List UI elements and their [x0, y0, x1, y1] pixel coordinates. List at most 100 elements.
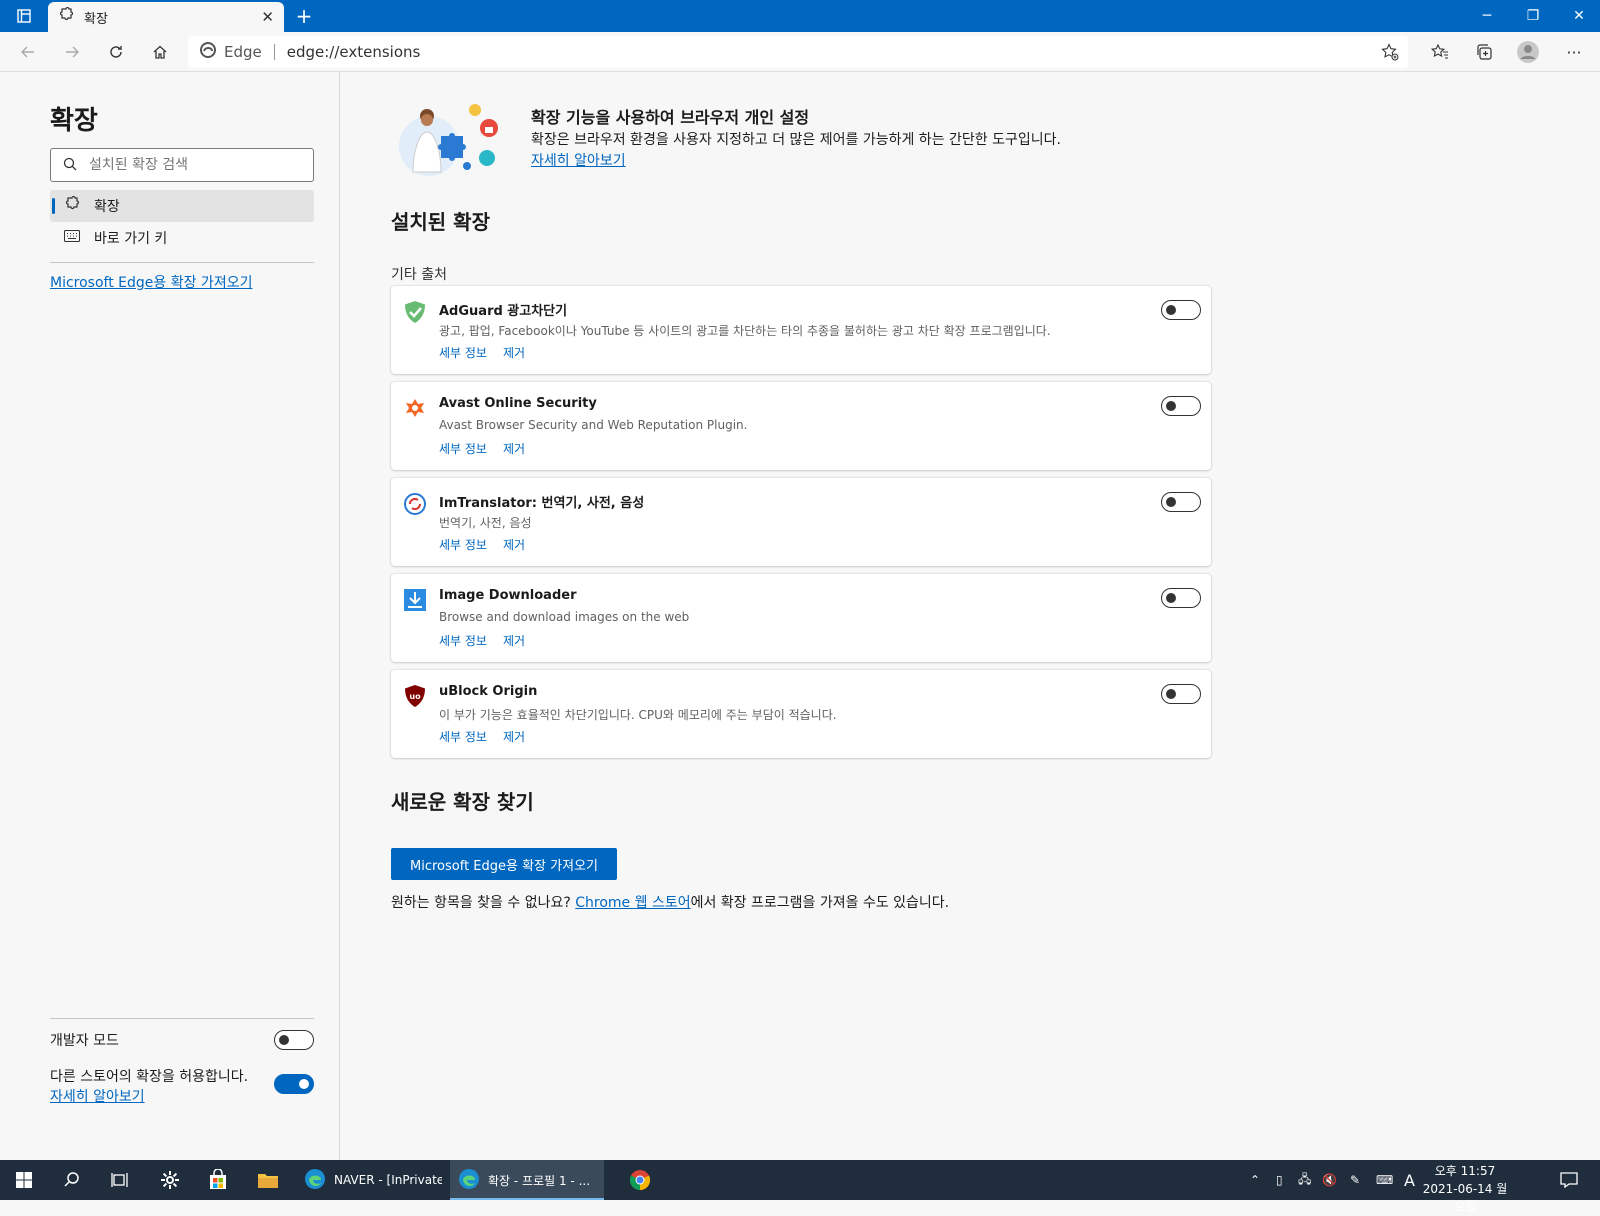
extension-toggle[interactable]	[1161, 396, 1201, 416]
extension-card-adguard: AdGuard 광고차단기 광고, 팝업, Facebook이나 YouTube…	[391, 286, 1211, 374]
extension-toggle[interactable]	[1161, 492, 1201, 512]
task-view-icon[interactable]	[96, 1160, 144, 1200]
hero-description: 확장은 브라우저 환경을 사용자 지정하고 더 많은 제어를 가능하게 하는 간…	[531, 130, 1071, 172]
refresh-icon[interactable]	[100, 36, 132, 68]
extension-name: Image Downloader	[439, 588, 577, 603]
profile-avatar[interactable]	[1512, 36, 1544, 68]
close-tab-icon[interactable]: ✕	[261, 8, 274, 26]
close-window-icon[interactable]: ✕	[1556, 0, 1600, 32]
remove-link[interactable]: 제거	[503, 634, 525, 648]
more-menu-icon[interactable]: ···	[1558, 36, 1590, 68]
remove-link[interactable]: 제거	[503, 538, 525, 552]
tab-title: 확장	[84, 11, 108, 27]
details-link[interactable]: 세부 정보	[439, 730, 487, 744]
search-box[interactable]	[50, 148, 314, 182]
settings-gear-icon[interactable]	[146, 1160, 194, 1200]
avast-logo-icon	[403, 396, 427, 420]
pen-icon[interactable]: ✎	[1350, 1160, 1360, 1200]
url-text: edge://extensions	[286, 43, 421, 61]
search-icon[interactable]	[48, 1160, 96, 1200]
adguard-shield-icon	[403, 300, 427, 324]
file-explorer-icon[interactable]	[244, 1160, 292, 1200]
address-bar[interactable]: Edge edge://extensions	[188, 36, 1408, 68]
extension-name: AdGuard 광고차단기	[439, 304, 568, 319]
source-label: 기타 출처	[391, 267, 447, 283]
toggle-knob	[279, 1035, 289, 1045]
keyboard-icon[interactable]: ⌨	[1376, 1160, 1393, 1200]
add-favorite-icon[interactable]	[1378, 40, 1402, 64]
taskbar-app-naver[interactable]: NAVER - [InPrivate...	[296, 1160, 450, 1200]
installed-title: 설치된 확장	[391, 210, 490, 234]
get-extensions-link[interactable]: Microsoft Edge용 확장 가져오기	[50, 272, 252, 292]
edge-logo-icon	[304, 1168, 326, 1193]
extension-card-ublock: uo uBlock Origin 이 부가 기능은 효율적인 차단기입니다. C…	[391, 670, 1211, 758]
chrome-store-link[interactable]: Chrome 웹 스토어	[575, 895, 690, 911]
extension-name: Avast Online Security	[439, 396, 597, 411]
puzzle-icon	[64, 195, 80, 216]
get-extensions-button[interactable]: Microsoft Edge용 확장 가져오기	[391, 848, 617, 880]
remove-link[interactable]: 제거	[503, 730, 525, 744]
extension-toggle[interactable]	[1161, 300, 1201, 320]
ime-indicator[interactable]: A	[1404, 1160, 1415, 1200]
windows-start-icon[interactable]	[0, 1160, 48, 1200]
forward-icon[interactable]	[56, 36, 88, 68]
clock[interactable]: 오후 11:57 2021-06-14 월요일	[1420, 1162, 1510, 1216]
footnote-pre: 원하는 항목을 찾을 수 없나요?	[391, 895, 576, 911]
details-link[interactable]: 세부 정보	[439, 538, 487, 552]
search-icon	[63, 156, 77, 175]
dev-mode-toggle[interactable]	[274, 1030, 314, 1050]
notifications-icon[interactable]	[1560, 1160, 1578, 1200]
sidebar-item-label: 확장	[94, 199, 120, 215]
restore-icon[interactable]: ❐	[1510, 0, 1556, 32]
details-link[interactable]: 세부 정보	[439, 346, 487, 360]
show-hidden-icons[interactable]: ⌃	[1250, 1160, 1260, 1200]
sidebar-title: 확장	[50, 106, 98, 136]
taskbar-app-extensions[interactable]: 확장 - 프로필 1 - ...	[450, 1160, 604, 1200]
browser-toolbar: Edge edge://extensions ···	[0, 32, 1600, 72]
main-content: 확장 기능을 사용하여 브라우저 개인 설정 확장은 브라우저 환경을 사용자 …	[341, 72, 1600, 1160]
details-link[interactable]: 세부 정보	[439, 634, 487, 648]
ublock-shield-icon: uo	[403, 684, 427, 708]
details-link[interactable]: 세부 정보	[439, 442, 487, 456]
extension-name: uBlock Origin	[439, 684, 538, 699]
sidebar-item-extensions[interactable]: 확장	[50, 190, 314, 222]
new-tab-icon[interactable]: +	[292, 4, 316, 28]
minimize-icon[interactable]: ─	[1464, 0, 1510, 32]
browser-tab[interactable]: 확장 ✕	[48, 2, 284, 32]
extension-toggle[interactable]	[1161, 684, 1201, 704]
sidebar-item-shortcuts[interactable]: 바로 가기 키	[50, 222, 314, 254]
find-new-title: 새로운 확장 찾기	[391, 790, 534, 814]
imtranslator-logo-icon	[403, 492, 427, 516]
footnote: 원하는 항목을 찾을 수 없나요? Chrome 웹 스토어에서 확장 프로그램…	[391, 892, 949, 912]
extension-actions: 세부 정보 제거	[439, 632, 541, 649]
network-icon[interactable]: 🖧	[1298, 1160, 1311, 1200]
sidebar-divider	[50, 1018, 314, 1019]
edge-logo-icon	[458, 1168, 480, 1193]
learn-more-link[interactable]: 자세히 알아보기	[50, 1086, 145, 1106]
store-icon[interactable]	[194, 1160, 242, 1200]
search-input[interactable]	[89, 157, 279, 173]
footnote-post: 에서 확장 프로그램을 가져올 수도 있습니다.	[690, 895, 950, 911]
clock-time: 오후 11:57	[1434, 1164, 1496, 1178]
tab-actions-icon[interactable]	[8, 4, 40, 28]
keyboard-icon	[64, 230, 80, 246]
extension-desc: Browse and download images on the web	[439, 610, 690, 624]
collections-icon[interactable]	[1468, 36, 1500, 68]
volume-muted-icon[interactable]: 🔇	[1322, 1160, 1337, 1200]
home-icon[interactable]	[144, 36, 176, 68]
other-stores-toggle[interactable]	[274, 1074, 314, 1094]
remove-link[interactable]: 제거	[503, 346, 525, 360]
toggle-knob	[1166, 593, 1176, 603]
chrome-icon[interactable]	[616, 1160, 664, 1200]
hero-learn-more-link[interactable]: 자세히 알아보기	[531, 153, 626, 169]
puzzle-icon	[58, 6, 74, 27]
back-icon[interactable]	[12, 36, 44, 68]
hero-desc-text: 확장은 브라우저 환경을 사용자 지정하고 더 많은 제어를 가능하게 하는 간…	[531, 132, 1061, 148]
extension-toggle[interactable]	[1161, 588, 1201, 608]
toggle-knob	[1166, 689, 1176, 699]
remove-link[interactable]: 제거	[503, 442, 525, 456]
toggle-knob	[299, 1079, 309, 1089]
extension-desc: 이 부가 기능은 효율적인 차단기입니다. CPU와 메모리에 주는 부담이 적…	[439, 708, 837, 722]
favorites-icon[interactable]	[1424, 36, 1456, 68]
usb-icon[interactable]: ▯	[1276, 1160, 1283, 1200]
